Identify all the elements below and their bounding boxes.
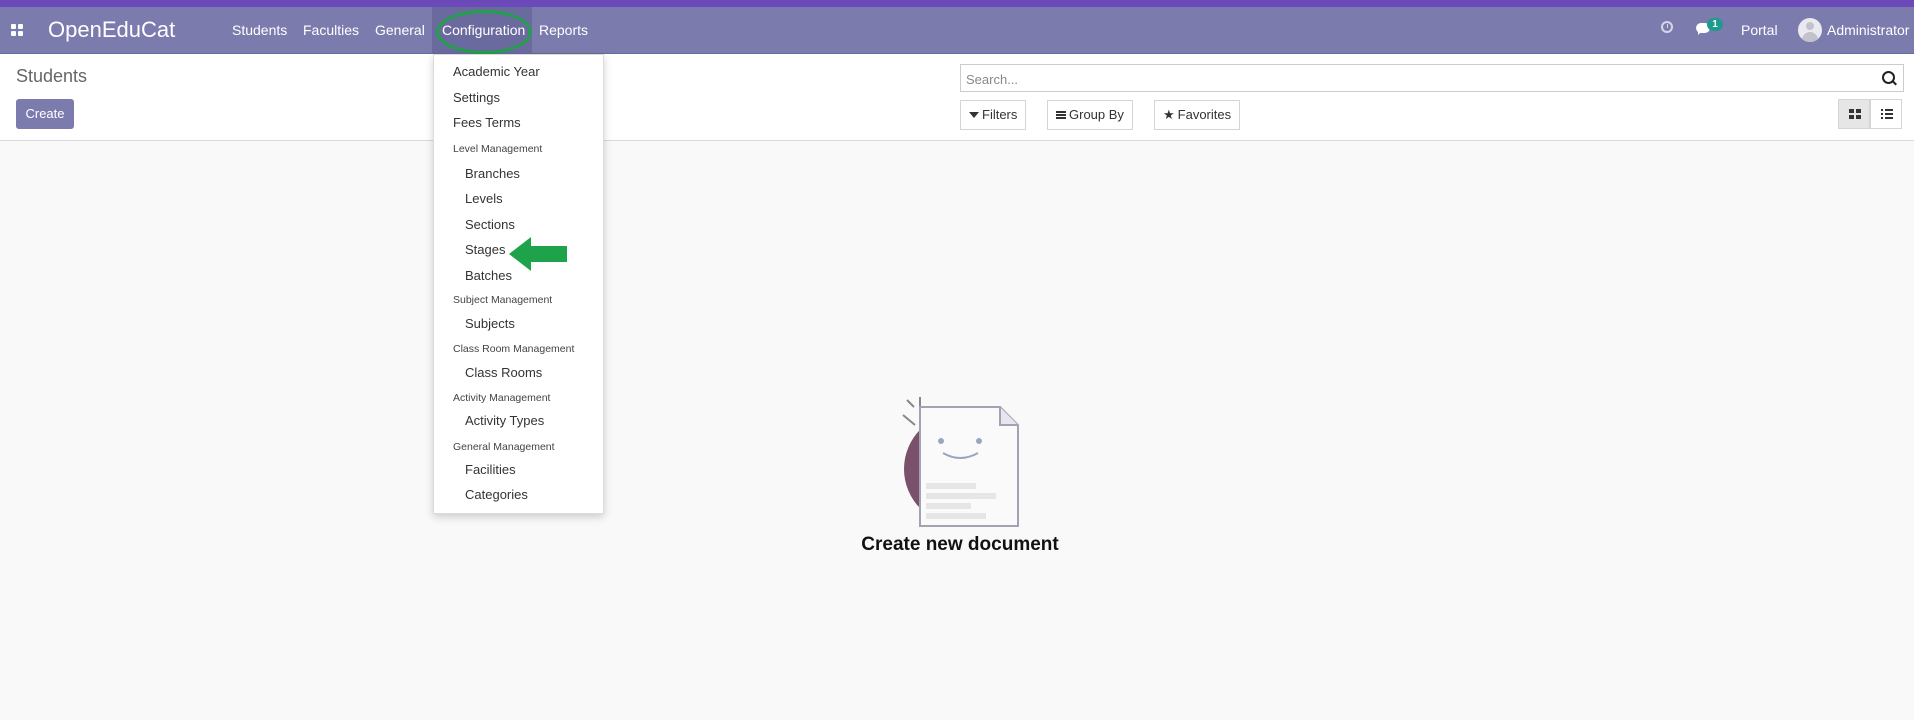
arrow-annotation-icon (509, 237, 567, 271)
menu-students[interactable]: Students (232, 22, 287, 38)
configuration-dropdown: Academic Year Settings Fees Terms Level … (433, 54, 604, 514)
menu-configuration[interactable]: Configuration (442, 22, 525, 38)
list-view-button[interactable] (1870, 99, 1902, 129)
user-menu[interactable]: Administrator (1827, 22, 1909, 38)
menu-item-class-rooms[interactable]: Class Rooms (465, 365, 542, 380)
section-header-activity-management: Activity Management (453, 392, 551, 404)
menu-item-levels[interactable]: Levels (465, 191, 503, 206)
menu-item-branches[interactable]: Branches (465, 166, 520, 181)
star-icon: ★ (1163, 107, 1175, 122)
section-header-level-management: Level Management (453, 143, 543, 155)
menu-item-academic-year[interactable]: Academic Year (453, 64, 540, 79)
portal-link[interactable]: Portal (1741, 22, 1778, 38)
brand-name[interactable]: OpenEduCat (48, 17, 175, 43)
menu-item-activity-types[interactable]: Activity Types (465, 413, 544, 428)
group-by-button[interactable]: Group By (1047, 100, 1133, 130)
menu-item-settings[interactable]: Settings (453, 90, 500, 105)
menu-faculties[interactable]: Faculties (303, 22, 359, 38)
avatar[interactable] (1798, 18, 1822, 42)
create-button[interactable]: Create (16, 99, 74, 129)
empty-document-illustration (902, 397, 1019, 527)
menu-general[interactable]: General (375, 22, 425, 38)
menu-reports[interactable]: Reports (539, 22, 588, 38)
menu-item-stages[interactable]: Stages (465, 242, 505, 257)
menu-item-batches[interactable]: Batches (465, 268, 512, 283)
empty-state-title: Create new document (861, 534, 1059, 555)
filters-button[interactable]: Filters (960, 100, 1027, 130)
chat-badge: 1 (1707, 18, 1723, 31)
menu-item-sections[interactable]: Sections (465, 217, 515, 232)
page-title: Students (16, 66, 88, 86)
kanban-view-button[interactable] (1838, 99, 1870, 129)
search-input[interactable] (964, 68, 1848, 90)
filter-icon (969, 111, 979, 118)
favorites-label: Favorites (1177, 107, 1232, 122)
menu-item-categories[interactable]: Categories (465, 487, 528, 502)
top-color-strip (0, 0, 1914, 7)
group-by-label: Group By (1069, 107, 1124, 122)
section-header-class-room-management: Class Room Management (453, 343, 575, 355)
menu-item-fees-terms[interactable]: Fees Terms (453, 115, 521, 130)
apps-icon[interactable] (11, 24, 23, 36)
group-by-icon (1056, 110, 1066, 119)
favorites-button[interactable]: ★ Favorites (1154, 100, 1241, 130)
kanban-view-icon (1849, 109, 1861, 119)
clock-icon[interactable] (1661, 21, 1673, 33)
list-view-icon (1881, 109, 1893, 119)
section-header-subject-management: Subject Management (453, 294, 553, 306)
filters-label: Filters (982, 107, 1018, 122)
search-icon[interactable] (1882, 71, 1895, 84)
menu-item-subjects[interactable]: Subjects (465, 316, 515, 331)
search-box (960, 64, 1904, 92)
section-header-general-management: General Management (453, 441, 555, 453)
control-panel: Students Create Filters Group By ★Favori… (0, 54, 1914, 141)
menu-item-facilities[interactable]: Facilities (465, 462, 516, 477)
main-navbar: OpenEduCat Students Faculties General Co… (0, 7, 1914, 54)
